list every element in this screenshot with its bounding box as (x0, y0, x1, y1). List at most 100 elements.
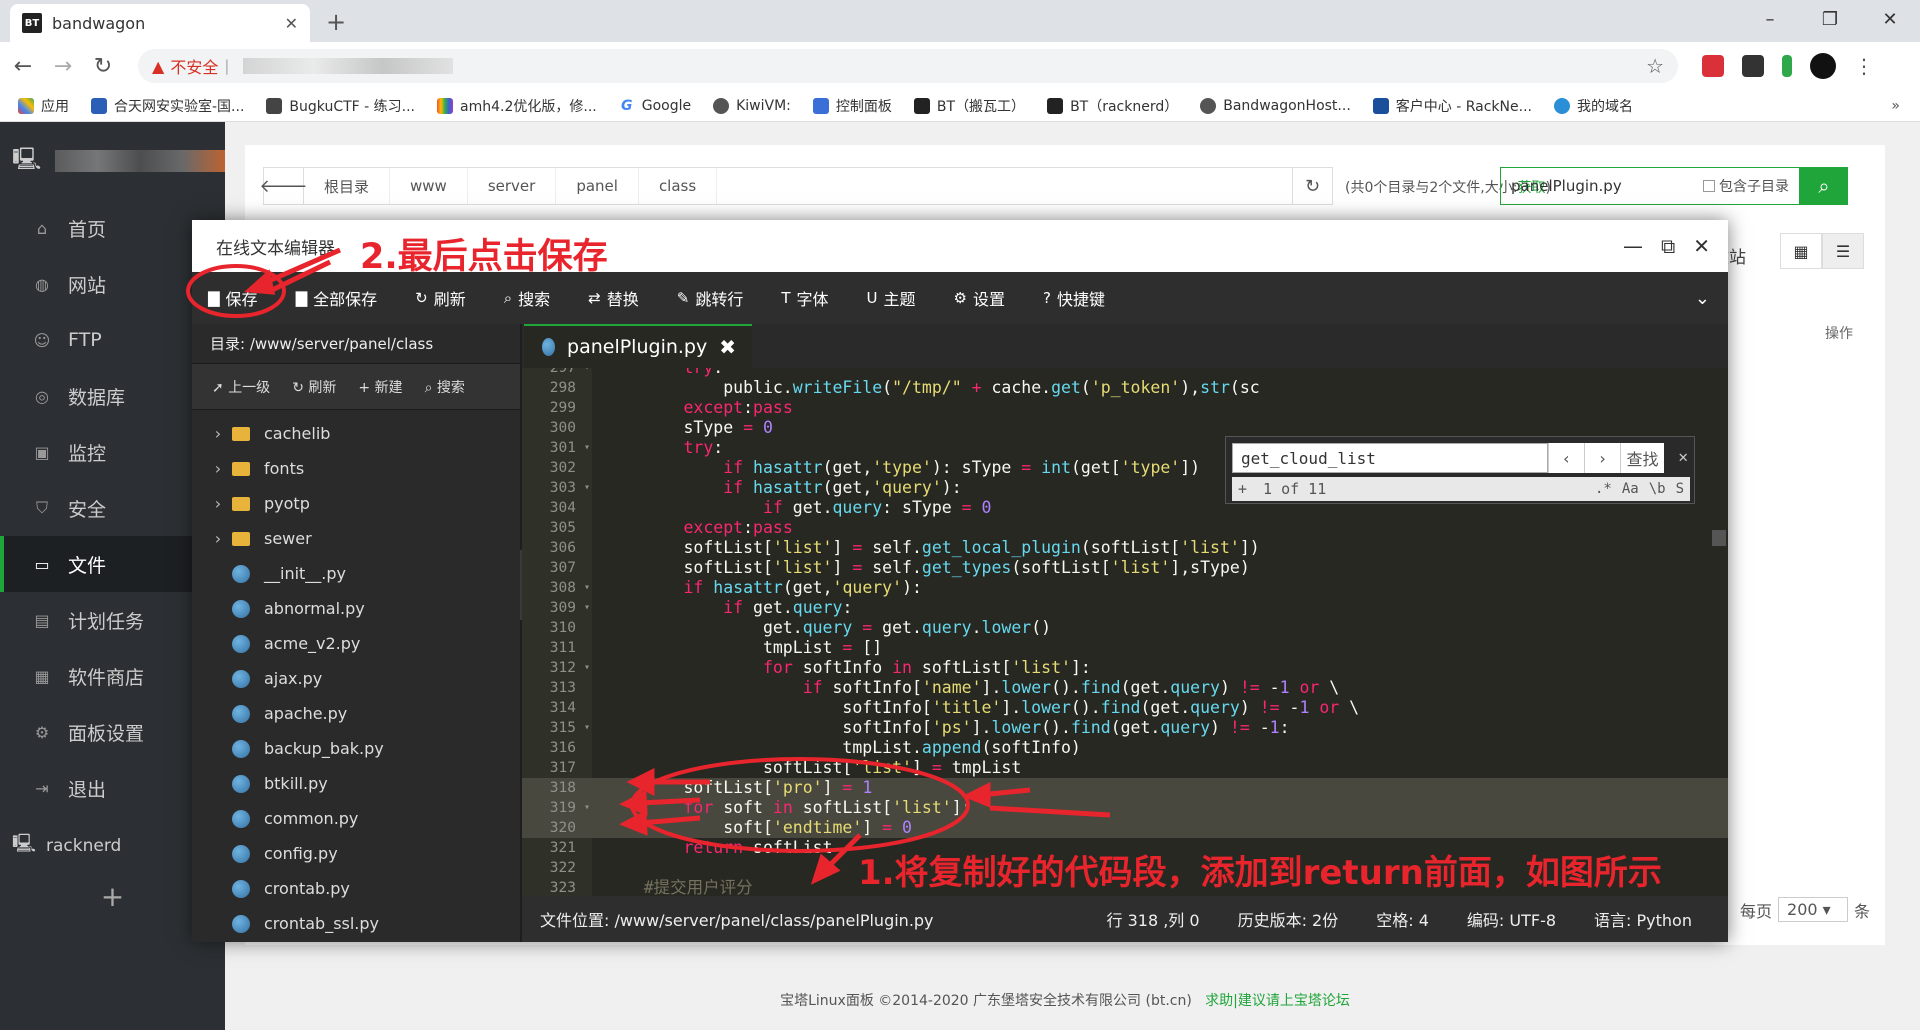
code-line[interactable]: 298 public.writeFile("/tmp/" + cache.get… (522, 378, 1728, 398)
save-button[interactable]: ▇ 保存 (208, 286, 258, 310)
code-line[interactable]: 314 softInfo['title'].lower().find(get.q… (522, 698, 1728, 718)
code-line[interactable]: 305 except:pass (522, 518, 1728, 538)
code-scrollbar[interactable] (1712, 530, 1726, 546)
list-view-icon[interactable]: ☰ (1822, 233, 1864, 269)
code-line[interactable]: 310 get.query = get.query.lower() (522, 618, 1728, 638)
tree-file[interactable]: apache.py (192, 696, 520, 731)
profile-avatar-icon[interactable] (1810, 53, 1836, 79)
omnibox[interactable]: ▲ 不安全 | ☆ (138, 49, 1678, 83)
extension-icon[interactable] (1782, 55, 1792, 77)
bookmark-item[interactable]: BandwagonHost... (1200, 97, 1351, 114)
new-file-button[interactable]: + 新建 (358, 377, 402, 397)
tree-file[interactable]: crontab.py (192, 871, 520, 906)
indent-setting[interactable]: 空格: 4 (1376, 907, 1429, 931)
crumb-item[interactable]: server (468, 168, 557, 204)
code-line[interactable]: 311 tmpList = [] (522, 638, 1728, 658)
language-setting[interactable]: 语言: Python (1594, 907, 1692, 931)
find-prev-icon[interactable]: ‹ (1548, 443, 1584, 473)
cursor-position[interactable]: 行 318 ,列 0 (1107, 907, 1200, 931)
settings-button[interactable]: ⚙ 设置 (954, 286, 1005, 310)
code-line[interactable]: 308 if hasattr(get,'query'): (522, 578, 1728, 598)
browser-tab[interactable]: BT bandwagon ✕ (10, 4, 310, 42)
menu-kebab-icon[interactable]: ⋮ (1854, 54, 1874, 78)
shortcuts-button[interactable]: ? 快捷键 (1043, 286, 1105, 310)
refresh-button[interactable]: ↻ 刷新 (415, 286, 466, 310)
tree-file[interactable]: backup_bak.py (192, 731, 520, 766)
refresh-icon[interactable]: ↻ (1292, 168, 1332, 204)
bookmark-item[interactable]: 合天网安实验室-国... (91, 96, 244, 116)
bookmark-item[interactable]: amh4.2优化版，修... (437, 96, 597, 116)
selection-toggle[interactable]: S (1676, 481, 1684, 497)
tree-file[interactable]: acme_v2.py (192, 626, 520, 661)
back-icon[interactable]: ← (6, 54, 40, 79)
case-toggle[interactable]: Aa (1622, 481, 1639, 497)
tree-folder[interactable]: › fonts (192, 451, 520, 486)
back-arrow-icon[interactable]: 🡐 (259, 168, 308, 204)
reload-icon[interactable]: ↻ (86, 54, 120, 79)
goto-line-button[interactable]: ✎ 跳转行 (677, 286, 744, 310)
code-line[interactable]: 309 if get.query: (522, 598, 1728, 618)
replace-button[interactable]: ⇄ 替换 (588, 286, 639, 310)
bookmark-item[interactable]: 我的域名 (1553, 96, 1633, 116)
chevron-down-icon[interactable]: ⌄ (1695, 288, 1710, 309)
tree-file[interactable]: crontab_ssl.py (192, 906, 520, 941)
close-icon[interactable]: ✕ (1693, 234, 1710, 258)
more-bookmarks-icon[interactable]: » (1891, 98, 1900, 114)
code-line[interactable]: 297 try: (522, 368, 1728, 378)
crumb-item[interactable]: www (390, 168, 468, 204)
minimize-icon[interactable]: — (1623, 234, 1643, 258)
bookmark-item[interactable]: 应用 (18, 96, 69, 116)
font-button[interactable]: T 字体 (781, 286, 828, 310)
code-line[interactable]: 317 softList['list'] = tmpList (522, 758, 1728, 778)
code-line[interactable]: 312 for softInfo in softList['list']: (522, 658, 1728, 678)
bookmark-item[interactable]: BT（搬瓦工） (913, 96, 1025, 116)
code-line[interactable]: 319 for soft in softList['list']: (522, 798, 1728, 818)
code-line[interactable]: 316 tmpList.append(softInfo) (522, 738, 1728, 758)
bookmark-item[interactable]: 控制面板 (812, 96, 892, 116)
go-up-button[interactable]: ➚ 上一级 (212, 377, 270, 397)
encoding-setting[interactable]: 编码: UTF-8 (1467, 907, 1556, 931)
tree-file[interactable]: ajax.py (192, 661, 520, 696)
extension-icon[interactable] (1702, 55, 1724, 77)
crumb-item[interactable]: 根目录 (304, 168, 391, 204)
save-all-button[interactable]: ▇ 全部保存 (296, 286, 378, 310)
tree-search-button[interactable]: ⌕ 搜索 (425, 377, 465, 397)
close-window-icon[interactable]: ✕ (1860, 0, 1920, 38)
code-line[interactable]: 315 softInfo['ps'].lower().find(get.quer… (522, 718, 1728, 738)
forward-icon[interactable]: → (46, 54, 80, 79)
find-next-icon[interactable]: › (1584, 443, 1620, 473)
tree-file[interactable]: config.py (192, 836, 520, 871)
maximize-icon[interactable]: ❐ (1800, 0, 1860, 38)
crumb-item[interactable]: class (639, 168, 718, 204)
maximize-icon[interactable]: ⧉ (1661, 234, 1675, 258)
code-line[interactable]: 318 softList['pro'] = 1 (522, 778, 1728, 798)
tree-file[interactable]: btkill.py (192, 766, 520, 801)
file-tab[interactable]: panelPlugin.py ✖ (524, 324, 752, 368)
find-button[interactable]: 查找 (1620, 443, 1664, 473)
tree-file[interactable]: abnormal.py (192, 591, 520, 626)
code-area[interactable]: 297 try:298 public.writeFile("/tmp/" + c… (522, 368, 1728, 896)
tree-file[interactable]: __init__.py (192, 556, 520, 591)
file-search-input[interactable]: panelPlugin.py 包含子目录 (1500, 167, 1800, 205)
forum-link[interactable]: 求助|建议请上宝塔论坛 (1205, 993, 1350, 1009)
code-line[interactable]: 313 if softInfo['name'].lower().find(get… (522, 678, 1728, 698)
crumb-item[interactable]: panel (556, 168, 639, 204)
close-tab-icon[interactable]: ✕ (285, 14, 298, 33)
minimize-icon[interactable]: – (1740, 0, 1800, 38)
history-versions[interactable]: 历史版本: 2份 (1238, 907, 1339, 931)
close-find-icon[interactable]: ✕ (1678, 447, 1688, 466)
search-button[interactable]: ⌕ 搜索 (504, 286, 550, 310)
bookmark-item[interactable]: KiwiVM: (713, 97, 791, 114)
search-button[interactable]: ⌕ (1800, 167, 1848, 205)
bookmark-item[interactable]: 客户中心 - RackNe... (1372, 96, 1532, 116)
tree-folder[interactable]: › sewer (192, 521, 520, 556)
tree-folder[interactable]: › pyotp (192, 486, 520, 521)
code-line[interactable]: 299 except:pass (522, 398, 1728, 418)
new-tab-icon[interactable]: + (326, 8, 346, 36)
extension-icon[interactable] (1742, 55, 1764, 77)
bookmark-item[interactable]: BT（racknerd） (1047, 96, 1178, 116)
grid-view-icon[interactable]: ▦ (1780, 233, 1822, 269)
bookmark-item[interactable]: BugkuCTF - 练习... (266, 96, 415, 116)
tree-folder[interactable]: › cachelib (192, 416, 520, 451)
bookmark-item[interactable]: G Google (618, 97, 691, 114)
